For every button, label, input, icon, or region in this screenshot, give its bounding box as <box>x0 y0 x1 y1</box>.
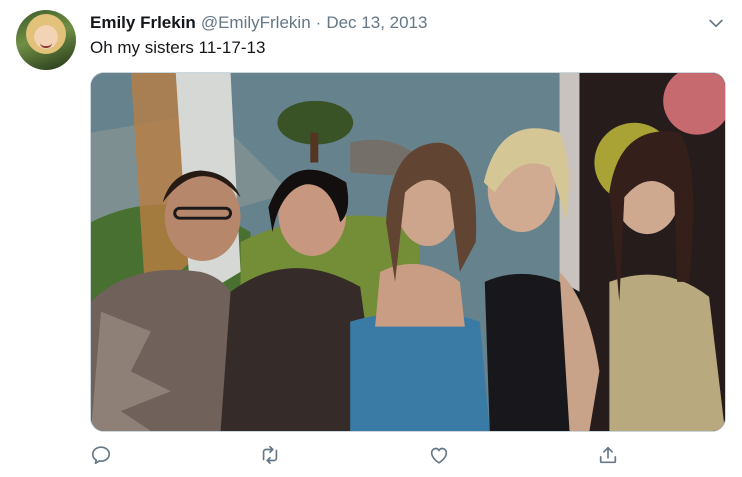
author-name[interactable]: Emily Frlekin <box>90 13 196 33</box>
avatar[interactable] <box>16 10 76 70</box>
retweet-icon[interactable] <box>259 444 283 468</box>
tweet: Emily Frlekin @EmilyFrlekin · Dec 13, 20… <box>0 0 742 477</box>
photo-image <box>91 73 725 431</box>
meta-separator: · <box>315 13 322 32</box>
chevron-down-icon[interactable] <box>706 13 726 33</box>
tweet-actions <box>0 440 742 472</box>
share-icon[interactable] <box>597 444 621 468</box>
reply-icon[interactable] <box>90 444 114 468</box>
heart-icon[interactable] <box>428 444 452 468</box>
tweet-date[interactable]: Dec 13, 2013 <box>326 13 427 33</box>
tweet-text: Oh my sisters 11-17-13 <box>90 38 266 57</box>
tweet-header: Emily Frlekin @EmilyFrlekin · Dec 13, 20… <box>90 12 427 34</box>
tweet-photo[interactable] <box>90 72 726 432</box>
author-handle[interactable]: @EmilyFrlekin <box>201 13 311 33</box>
